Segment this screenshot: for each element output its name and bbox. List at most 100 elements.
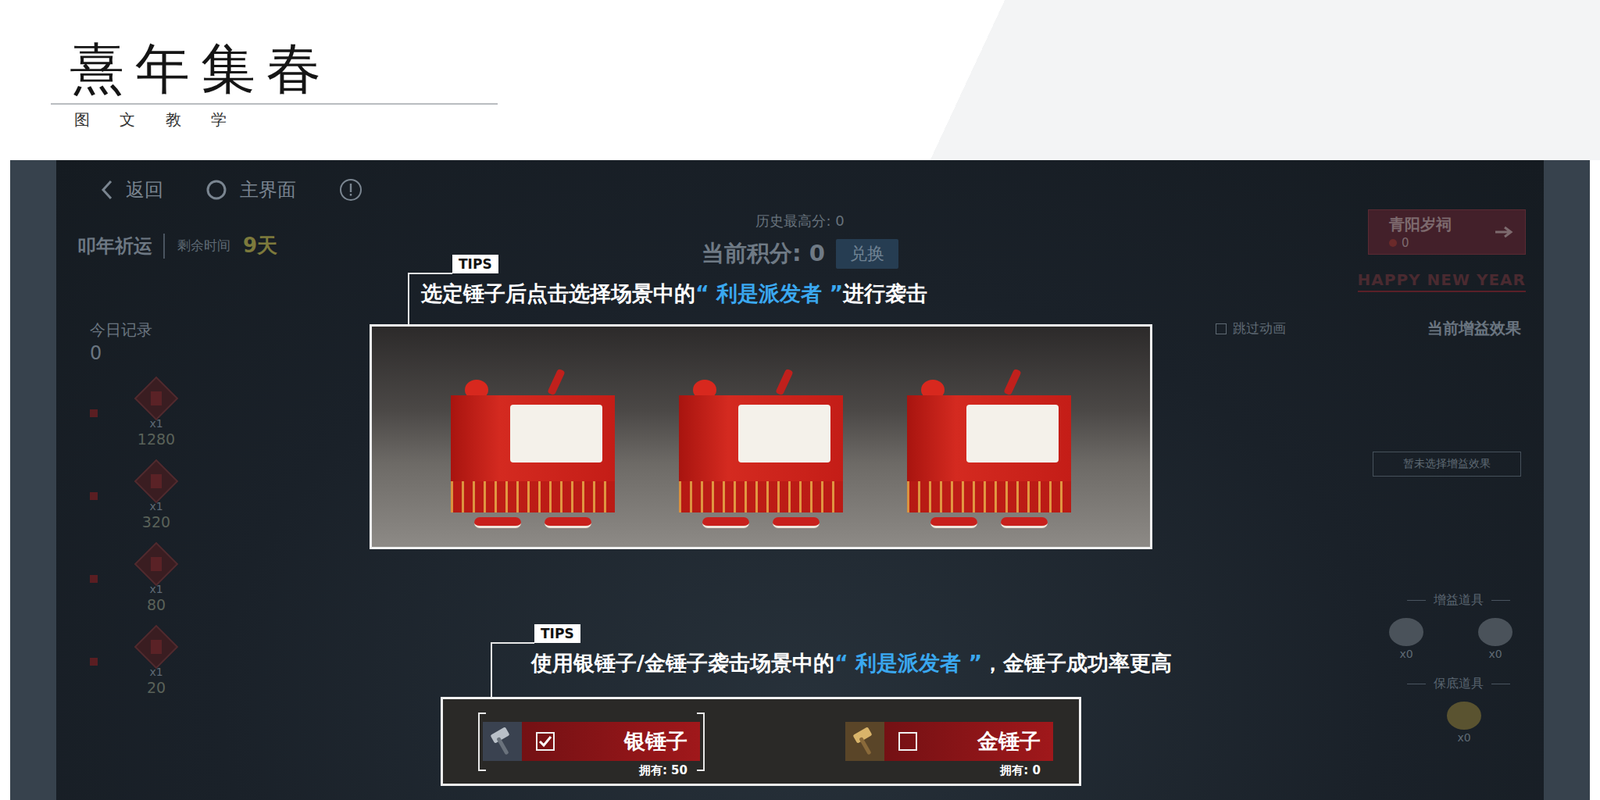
shrine-button[interactable]: 青阳岁祠0 bbox=[1367, 209, 1526, 255]
item-count: x0 bbox=[1457, 731, 1471, 744]
hammer-checkbox[interactable] bbox=[535, 732, 555, 751]
item-count: x0 bbox=[1399, 647, 1413, 661]
record-row: x1320 bbox=[89, 460, 260, 532]
record-row: x180 bbox=[89, 543, 260, 615]
game-screen: 返回主界面叩年祈运剩余时间9天历史最高分: 0当前积分: 0兑换青阳岁祠0HAP… bbox=[56, 160, 1544, 800]
boost-item[interactable]: x0 bbox=[1469, 617, 1522, 661]
tip-tag: TIPS bbox=[534, 624, 581, 643]
tip-hammers: TIPS 使用银锤子/金锤子袭击场景中的“ 利是派发者 ”，金锤子成功率更高银锤子… bbox=[440, 624, 1172, 786]
current-score: 当前积分: 0 bbox=[701, 238, 825, 270]
record-points: 1280 bbox=[137, 429, 175, 449]
shrine-count: 0 bbox=[1389, 235, 1494, 250]
gold-hammer-icon bbox=[849, 725, 881, 758]
buff-empty: 暂未选择增益效果 bbox=[1372, 451, 1522, 477]
tip-scene: TIPS 选定锤子后点击选择场景中的“ 利是派发者 ”进行袭击 bbox=[369, 254, 1153, 550]
buff-title: 当前增益效果 bbox=[1427, 317, 1522, 340]
record-marker bbox=[89, 657, 98, 666]
record-item: x1320 bbox=[128, 460, 184, 532]
tip-tag: TIPS bbox=[452, 254, 499, 274]
header: 熹年集春图 文 教 学 bbox=[0, 0, 1600, 161]
page-subtitle: 图 文 教 学 bbox=[74, 109, 1600, 131]
today-count: 0 bbox=[89, 342, 260, 365]
hammer-selector: 银锤子拥有: 50金锤子拥有: 0 bbox=[440, 696, 1082, 786]
hammer-checkbox[interactable] bbox=[898, 732, 918, 751]
hammer-name: 银锤子 bbox=[624, 727, 688, 756]
hammer-name: 金锤子 bbox=[977, 727, 1041, 756]
envelope-icon bbox=[134, 542, 179, 587]
record-list: x11280 x1320 x180 x120 bbox=[89, 378, 260, 697]
guarantee-items: x0 bbox=[1215, 701, 1522, 744]
remaining-label: 剩余时间 bbox=[177, 236, 231, 255]
screenshot-panel: 返回主界面叩年祈运剩余时间9天历史最高分: 0当前积分: 0兑换青阳岁祠0HAP… bbox=[10, 160, 1590, 800]
check-icon bbox=[538, 735, 553, 748]
coin-bag-icon bbox=[1446, 701, 1482, 730]
envelope-icon bbox=[134, 376, 179, 422]
guarantee-item[interactable]: x0 bbox=[1438, 701, 1490, 744]
shrine-label: 青阳岁祠 bbox=[1389, 214, 1494, 236]
item-count: x0 bbox=[1488, 647, 1502, 661]
skip-animation[interactable]: 跳过动画 bbox=[1215, 319, 1286, 338]
record-points: 320 bbox=[142, 512, 171, 532]
boost-items: x0 x0 bbox=[1215, 617, 1522, 661]
arrow-right-icon bbox=[1493, 225, 1516, 240]
hammer-icon-box bbox=[482, 721, 522, 761]
record-row: x120 bbox=[89, 626, 260, 697]
record-row: x11280 bbox=[89, 378, 260, 449]
robot-figure[interactable] bbox=[450, 368, 615, 529]
banner: HAPPY NEW YEAR bbox=[1357, 270, 1526, 293]
chevron-left-icon bbox=[100, 179, 114, 200]
today-records: 今日记录0 x11280 x1320 x180 x120 bbox=[56, 316, 260, 800]
tip-head: TIPS 使用银锤子/金锤子袭击场景中的“ 利是派发者 ”，金锤子成功率更高 bbox=[440, 624, 1172, 697]
tip-text: 选定锤子后点击选择场景中的“ 利是派发者 ”进行袭击 bbox=[421, 278, 1153, 310]
record-item: x120 bbox=[128, 626, 184, 697]
tip-connector bbox=[490, 642, 535, 697]
robot-figure[interactable] bbox=[678, 368, 843, 529]
score-row: 当前积分: 0 兑换 bbox=[701, 238, 899, 270]
remaining-time: 9天 bbox=[242, 232, 278, 260]
record-item: x11280 bbox=[128, 378, 184, 449]
title-rule bbox=[50, 103, 498, 105]
tip-connector bbox=[407, 272, 453, 325]
hammer-bar: 银锤子拥有: 50 bbox=[482, 721, 700, 761]
record-marker bbox=[89, 492, 98, 500]
hammer-option[interactable]: 银锤子拥有: 50 bbox=[478, 712, 705, 772]
silver-hammer-icon bbox=[486, 725, 518, 758]
record-item: x180 bbox=[128, 543, 184, 615]
hammer-icon-box bbox=[845, 721, 885, 761]
envelope-icon bbox=[134, 459, 179, 504]
boost-item-icon bbox=[1389, 617, 1424, 647]
nav-row: 返回 主界面 bbox=[77, 177, 494, 203]
today-title: 今日记录 bbox=[89, 319, 260, 341]
hammer-owned: 拥有: 50 bbox=[639, 763, 688, 779]
record-points: 20 bbox=[146, 678, 166, 697]
hammer-option[interactable]: 金锤子拥有: 0 bbox=[840, 712, 1058, 772]
tip-text: 使用银锤子/金锤子袭击场景中的“ 利是派发者 ”，金锤子成功率更高 bbox=[531, 647, 1172, 679]
boost-title: 增益道具 bbox=[1407, 592, 1511, 609]
envelope-icon bbox=[134, 625, 179, 670]
record-marker bbox=[89, 575, 98, 583]
boost-item[interactable]: x0 bbox=[1380, 617, 1433, 661]
top-right: 青阳岁祠0 HAPPY NEW YEAR bbox=[1106, 160, 1544, 317]
best-score: 历史最高分: 0 bbox=[755, 211, 844, 231]
event-title: 叩年祈运 bbox=[77, 233, 165, 259]
robot-figure[interactable] bbox=[907, 368, 1072, 529]
buff-panel: 跳过动画 当前增益效果暂未选择增益效果增益道具 x0 x0 保底道具 x0 bbox=[1215, 316, 1544, 800]
circle-icon bbox=[205, 178, 228, 201]
tip-head: TIPS 选定锤子后点击选择场景中的“ 利是派发者 ”进行袭击 bbox=[369, 254, 1153, 325]
record-marker bbox=[89, 409, 98, 418]
tutorial-page: 熹年集春图 文 教 学返回 主界面叩年祈运剩余时间 9天 历史最高分: 0 当前积分: … bbox=[0, 0, 1600, 800]
home-button[interactable]: 主界面 bbox=[205, 177, 297, 203]
scene-image[interactable] bbox=[369, 324, 1153, 550]
boost-item-icon bbox=[1478, 617, 1513, 647]
hammer-owned: 拥有: 0 bbox=[1000, 763, 1041, 779]
page-title: 熹年集春 bbox=[69, 35, 1600, 102]
guarantee-title: 保底道具 bbox=[1407, 675, 1511, 693]
buff-row: 跳过动画 当前增益效果 bbox=[1215, 317, 1522, 340]
hammer-bar: 金锤子拥有: 0 bbox=[845, 721, 1054, 761]
record-points: 80 bbox=[146, 595, 166, 615]
skip-checkbox[interactable] bbox=[1215, 323, 1227, 335]
info-icon[interactable] bbox=[338, 177, 364, 203]
event-row: 叩年祈运剩余时间 9天 bbox=[77, 232, 494, 260]
exchange-button[interactable]: 兑换 bbox=[835, 239, 899, 269]
back-button[interactable]: 返回 bbox=[100, 177, 164, 203]
